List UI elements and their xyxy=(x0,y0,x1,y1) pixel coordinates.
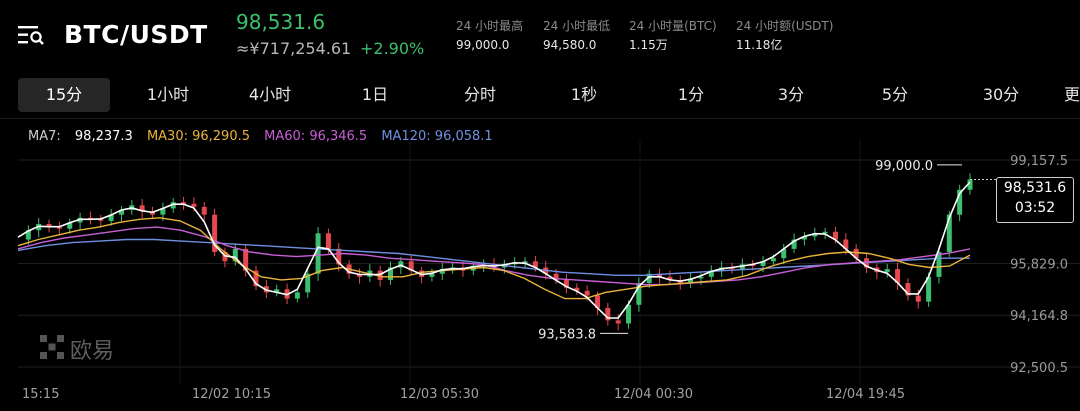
tab-1d[interactable]: 1日 xyxy=(350,78,400,112)
stat-24h-volume: 24 小时量(BTC) 1.15万 xyxy=(629,18,717,54)
low-price-label: 93,583.8 xyxy=(538,327,596,342)
x-tick-label: 15:15 xyxy=(22,387,60,402)
tab-30m[interactable]: 30分 xyxy=(972,78,1030,112)
tab-more[interactable]: 更 xyxy=(1064,78,1080,112)
stat-value: 99,000.0 xyxy=(456,38,510,52)
tab-15m[interactable]: 15分 xyxy=(18,78,110,112)
divider xyxy=(0,118,1080,119)
candle-body xyxy=(191,203,197,207)
okx-logo-icon xyxy=(40,335,64,359)
x-tick-label: 12/03 05:30 xyxy=(400,387,480,402)
y-tick-label: 95,829.0 xyxy=(1010,258,1068,273)
cny-price: ≈¥717,254.61 xyxy=(236,39,352,58)
stat-label: 24 小时最高 xyxy=(456,19,524,33)
stat-label: 24 小时最低 xyxy=(543,19,611,33)
candle-body xyxy=(884,269,890,273)
x-tick-label: 12/04 19:45 xyxy=(826,387,906,402)
last-price: 98,531.6 xyxy=(236,10,326,34)
price-change: +2.90% xyxy=(360,39,425,58)
kline-chart[interactable]: 99,157.5 95,829.0 94,164.8 92,500.5 99,000.0… xyxy=(0,140,1080,390)
stat-value: 11.18亿 xyxy=(736,38,783,52)
stat-label: 24 小时额(USDT) xyxy=(736,19,834,33)
stat-value: 1.15万 xyxy=(629,38,668,52)
stat-24h-high: 24 小时最高 99,000.0 xyxy=(456,18,523,54)
trading-pair[interactable]: BTC/USDT xyxy=(64,20,208,49)
stat-24h-turnover: 24 小时额(USDT) 11.18亿 xyxy=(736,18,833,54)
current-price-value: 98,531.6 xyxy=(1003,180,1067,196)
candle-body xyxy=(294,292,300,299)
ma-line-ma7 xyxy=(17,181,971,319)
pair-menu-icon[interactable] xyxy=(18,24,44,46)
candle-body xyxy=(325,233,331,249)
candle-countdown: 03:52 xyxy=(1014,200,1056,216)
candle-body xyxy=(615,320,621,324)
stat-label: 24 小时量(BTC) xyxy=(629,19,717,33)
tab-3m[interactable]: 3分 xyxy=(766,78,816,112)
x-tick-label: 12/04 00:30 xyxy=(614,387,694,402)
y-tick-label: 94,164.8 xyxy=(1010,309,1068,324)
interval-tabs: 15分 1小时 4小时 1日 分时 1秒 1分 3分 5分 30分 更 xyxy=(18,78,1080,114)
candle-body xyxy=(315,233,321,274)
candle-body xyxy=(584,290,590,296)
candle-body xyxy=(201,206,207,215)
candle-body xyxy=(822,231,828,234)
stat-value: 94,580.0 xyxy=(543,38,597,52)
x-tick-label: 12/02 10:15 xyxy=(192,387,272,402)
tab-1s[interactable]: 1秒 xyxy=(558,78,610,112)
high-price-label: 99,000.0 xyxy=(875,159,933,174)
tab-4h[interactable]: 4小时 xyxy=(240,78,300,112)
tab-1h[interactable]: 1小时 xyxy=(138,78,198,112)
candle-body xyxy=(915,295,921,302)
candle-body xyxy=(770,258,776,262)
tab-line[interactable]: 分时 xyxy=(450,78,510,112)
stat-24h-low: 24 小时最低 94,580.0 xyxy=(543,18,610,54)
ticker-header: BTC/USDT 98,531.6 ≈¥717,254.61 +2.90% 24… xyxy=(0,0,1080,72)
tab-5m[interactable]: 5分 xyxy=(870,78,920,112)
y-tick-label: 99,157.5 xyxy=(1010,154,1068,169)
y-tick-label: 92,500.5 xyxy=(1010,361,1068,376)
watermark-text: 欧易 xyxy=(70,339,115,364)
current-price-tag: 98,531.6 03:52 xyxy=(996,177,1074,223)
tab-1m[interactable]: 1分 xyxy=(666,78,716,112)
